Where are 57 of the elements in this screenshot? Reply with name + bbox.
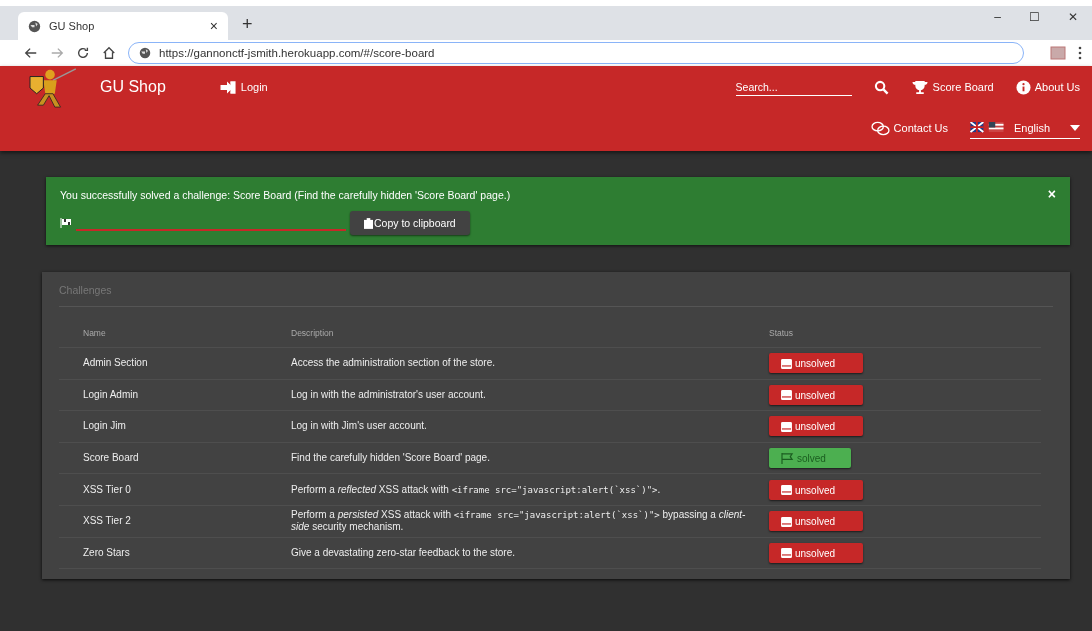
sign-in-icon <box>219 80 237 94</box>
challenge-description: Find the carefully hidden 'Score Board' page. <box>287 442 765 474</box>
about-us-link[interactable]: About Us <box>1015 79 1080 95</box>
back-icon[interactable] <box>24 46 38 60</box>
alert-message: You successfully solved a challenge: Score Board (Find the carefully hidden 'Score Board' page.) <box>60 189 511 201</box>
challenge-description: Log in with the administrator's user account. <box>287 379 765 411</box>
status-badge[interactable]: unsolved <box>769 416 863 437</box>
status-badge[interactable]: unsolved <box>769 353 863 374</box>
status-badge[interactable]: unsolved <box>769 479 863 500</box>
search-icon[interactable] <box>873 79 889 95</box>
challenge-description: Give a devastating zero-star feedback to the store. <box>287 537 765 569</box>
home-icon[interactable] <box>102 46 116 60</box>
challenge-description: Perform a persisted XSS attack with <iframe src="javascript:alert(`xss`)"> bypassing a client-side security mechanism. <box>287 505 765 538</box>
close-button[interactable]: × <box>1047 189 1056 201</box>
challenge-name: Zero Stars <box>59 537 287 569</box>
challenge-name: XSS Tier 2 <box>59 505 287 538</box>
copy-button[interactable]: Copy to clipboard <box>350 211 470 235</box>
challenge-name: Login Jim <box>59 410 287 443</box>
tab-close-button[interactable]: × <box>209 18 218 34</box>
reload-icon[interactable] <box>76 46 90 60</box>
challenge-description: Access the administration section of the store. <box>287 347 765 380</box>
challenge-name: Admin Section <box>59 347 287 380</box>
trophy-icon <box>910 79 929 95</box>
window-control[interactable]: ☐ <box>1029 10 1040 24</box>
globe-icon <box>139 47 151 59</box>
flag-icon <box>970 122 1004 133</box>
challenge-description: Log in with Jim's user account. <box>287 410 765 443</box>
window-control[interactable]: – <box>994 10 1001 24</box>
window-control[interactable]: ✕ <box>1068 10 1078 24</box>
challenge-name: Score Board <box>59 442 287 474</box>
menu-icon[interactable] <box>1078 46 1082 60</box>
score-board-link[interactable]: Score Board <box>910 79 994 95</box>
globe-icon <box>28 19 41 33</box>
checkered-flag-icon <box>60 218 72 228</box>
chat-icon <box>870 120 890 136</box>
status-badge[interactable]: unsolved <box>769 384 863 405</box>
language-select[interactable]: English <box>970 117 1080 139</box>
shop-title[interactable]: GU Shop <box>100 78 166 96</box>
challenge-name: Login Admin <box>59 379 287 411</box>
status-badge[interactable]: unsolved <box>769 542 863 563</box>
caret-icon <box>1070 124 1080 131</box>
info-icon <box>1015 79 1031 95</box>
search-field[interactable]: Search... <box>735 78 852 96</box>
tab-title: GU Shop <box>49 20 96 32</box>
column-header: Description <box>287 319 765 348</box>
challenge-name: XSS Tier 0 <box>59 473 287 506</box>
clipboard-icon <box>364 217 373 229</box>
challenge-description: Perform a reflected XSS attack with <iframe src="javascript:alert(`xss`)">. <box>287 473 765 506</box>
new-tab-button[interactable]: + <box>242 14 253 35</box>
login-link[interactable]: Login <box>219 80 268 94</box>
flag-icon <box>781 453 794 465</box>
column-header: Name <box>59 319 287 348</box>
contact-us-link[interactable]: Contact Us <box>870 120 948 136</box>
status-badge[interactable]: solved <box>769 448 851 469</box>
column-header: Status <box>765 319 1041 348</box>
status-badge[interactable]: unsolved <box>769 511 863 532</box>
browser-tab[interactable]: GU Shop × <box>18 12 228 40</box>
